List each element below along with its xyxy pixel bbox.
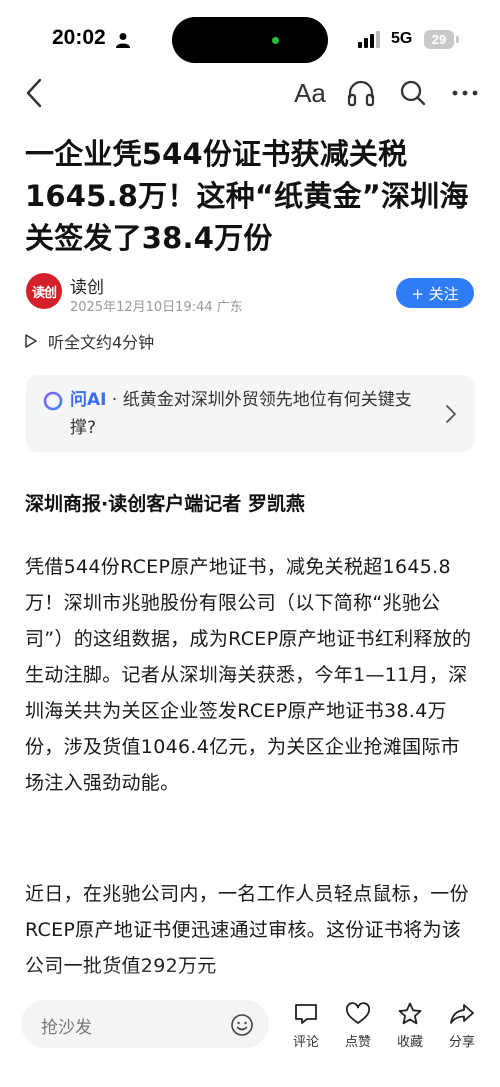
comment-placeholder: 抢沙发 xyxy=(41,1018,92,1038)
font-size-icon: Aa xyxy=(294,77,326,108)
ai-label: 问AI xyxy=(70,390,107,410)
play-icon xyxy=(25,334,37,348)
emoji-icon[interactable] xyxy=(230,1013,254,1037)
ask-ai-card[interactable]: 问AI · 纸黄金对深圳外贸领先地位有何关键支撑? xyxy=(26,375,475,452)
favorite-button[interactable]: 收藏 xyxy=(385,1001,435,1051)
comment-icon xyxy=(295,1004,317,1024)
ai-separator: · xyxy=(106,390,123,410)
search-button[interactable] xyxy=(396,76,430,110)
back-icon xyxy=(26,78,42,108)
clock: 20:02 xyxy=(52,26,106,49)
comment-button[interactable]: 评论 xyxy=(281,1001,331,1051)
comment-input[interactable]: 抢沙发 xyxy=(21,1000,269,1048)
person-icon xyxy=(116,33,130,48)
ai-icon xyxy=(43,391,63,411)
more-icon xyxy=(452,90,478,96)
status-bar: 20:02 5G 29 xyxy=(0,0,500,80)
like-icon xyxy=(346,1002,370,1024)
listen-full-text[interactable]: 听全文约4分钟 xyxy=(24,330,154,352)
favorite-icon xyxy=(398,1002,422,1025)
font-size-button[interactable]: Aa xyxy=(290,74,330,112)
author-logo-text: 读创 xyxy=(31,285,57,301)
listen-button[interactable] xyxy=(343,76,379,110)
article-title: 一企业凭544份证书获减关税1645.8万！这种“纸黄金”深圳海关签发了38.4… xyxy=(25,137,469,255)
headphones-icon xyxy=(347,80,375,107)
share-icon xyxy=(450,1004,474,1024)
battery-tip xyxy=(456,36,459,43)
like-label: 点赞 xyxy=(344,1035,371,1050)
article-paragraph: 凭借544份RCEP原产地证书，减免关税超1645.8万！深圳市兆驰股份有限公司… xyxy=(25,556,472,794)
share-label: 分享 xyxy=(448,1035,475,1050)
author-avatar[interactable]: 读创 xyxy=(26,273,62,309)
favorite-label: 收藏 xyxy=(396,1035,423,1050)
author-name[interactable]: 读创 xyxy=(70,273,104,298)
ai-question: 问AI · 纸黄金对深圳外贸领先地位有何关键支撑? xyxy=(70,386,435,442)
article-byline: 深圳商报·读创客户端记者 罗凯燕 xyxy=(25,493,305,515)
like-button[interactable]: 点赞 xyxy=(333,1001,383,1051)
share-button[interactable]: 分享 xyxy=(437,1001,487,1051)
search-icon xyxy=(400,80,426,106)
network-label: 5G xyxy=(391,30,413,47)
chevron-right-icon xyxy=(446,405,456,423)
publish-meta: 2025年12月10日19:44 广东 xyxy=(70,300,243,315)
back-button[interactable] xyxy=(18,76,50,110)
comment-label: 评论 xyxy=(292,1035,319,1050)
battery-icon: 29 xyxy=(424,30,454,49)
signal-icon xyxy=(358,31,380,48)
listen-label: 听全文约4分钟 xyxy=(48,333,155,352)
article-paragraph: 近日，在兆驰公司内，一名工作人员轻点鼠标，一份RCEP原产地证书便迅速通过审核。… xyxy=(25,883,469,977)
camera-indicator xyxy=(272,37,279,44)
more-button[interactable] xyxy=(448,76,482,110)
dynamic-island xyxy=(172,17,328,63)
follow-button[interactable]: + 关注 xyxy=(396,278,474,308)
bottom-action-bar: 抢沙发 评论 点赞 收藏 分享 xyxy=(0,985,500,1087)
battery-level: 29 xyxy=(431,32,447,47)
